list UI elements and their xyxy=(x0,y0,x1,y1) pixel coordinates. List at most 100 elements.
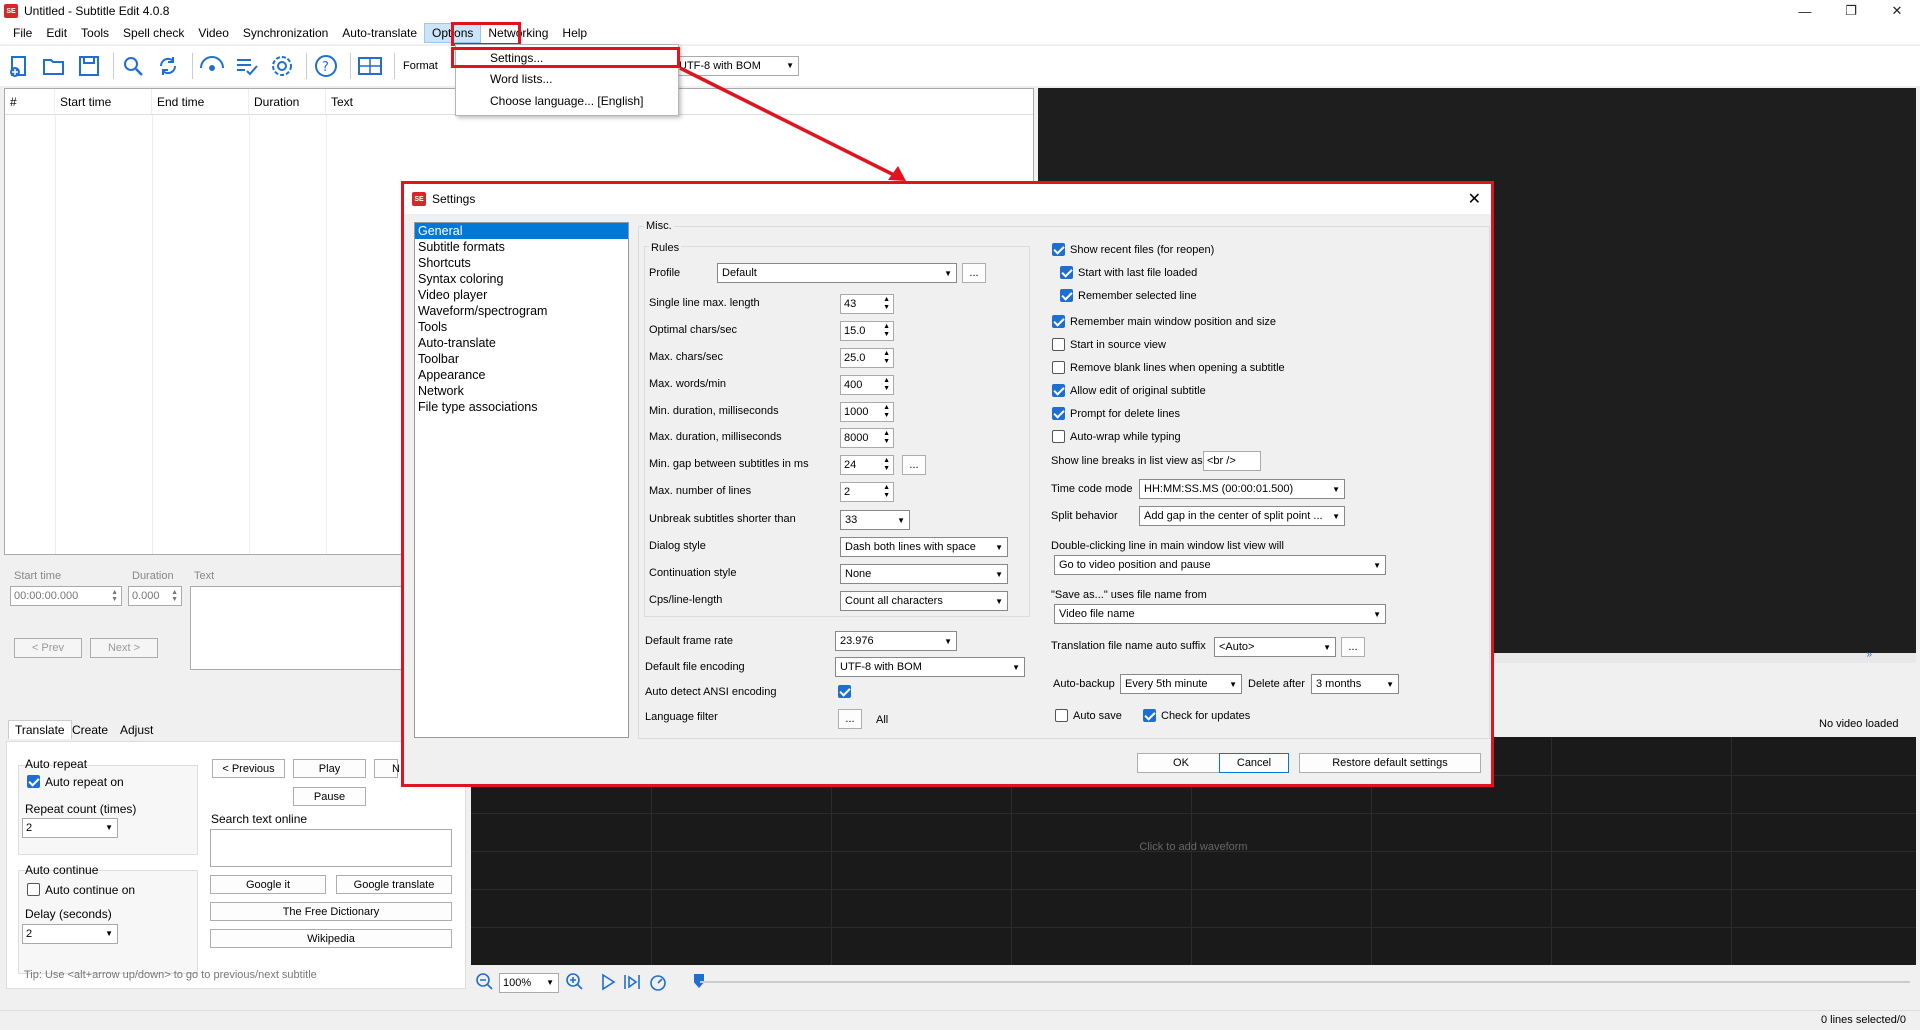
tab-adjust[interactable]: Adjust xyxy=(114,721,159,739)
show-recent-files-checkbox[interactable] xyxy=(1052,243,1065,256)
play-selection-icon[interactable] xyxy=(622,972,642,992)
auto-continue-checkbox[interactable] xyxy=(27,883,40,896)
position-slider-track[interactable] xyxy=(700,981,1910,983)
continuation-style-select[interactable]: None ▼ xyxy=(840,564,1008,584)
ansi-detect-checkbox[interactable] xyxy=(838,685,851,698)
replace-icon[interactable] xyxy=(153,51,183,81)
line-breaks-input[interactable]: <br /> xyxy=(1203,451,1261,471)
unbreak-select[interactable]: 33 ▼ xyxy=(840,510,910,530)
pause-button[interactable]: Pause xyxy=(293,787,366,806)
nav-file-type-associations[interactable]: File type associations xyxy=(415,399,628,415)
col-start-time[interactable]: Start time xyxy=(55,89,152,114)
save-as-select[interactable]: Video file name ▼ xyxy=(1054,604,1386,624)
menu-edit[interactable]: Edit xyxy=(39,22,74,44)
delete-after-select[interactable]: 3 months ▼ xyxy=(1311,674,1399,694)
nav-tools[interactable]: Tools xyxy=(415,319,628,335)
default-encoding-select[interactable]: UTF-8 with BOM ▼ xyxy=(835,657,1025,677)
google-translate-button[interactable]: Google translate xyxy=(336,875,452,894)
playback-speed-icon[interactable] xyxy=(648,972,668,992)
text-editor[interactable] xyxy=(190,586,405,670)
next-button-truncated[interactable]: N xyxy=(374,759,400,778)
check-updates-checkbox[interactable] xyxy=(1143,709,1156,722)
nav-shortcuts[interactable]: Shortcuts xyxy=(415,255,628,271)
menu-synchronization[interactable]: Synchronization xyxy=(236,22,335,44)
previous-button[interactable]: < Previous xyxy=(212,759,285,778)
nav-general[interactable]: General xyxy=(415,223,628,239)
time-code-mode-select[interactable]: HH:MM:SS.MS (00:00:01.500) ▼ xyxy=(1139,479,1345,499)
new-file-icon[interactable] xyxy=(4,51,34,81)
save-icon[interactable] xyxy=(74,51,104,81)
zoom-out-icon[interactable] xyxy=(475,972,497,992)
col-end-time[interactable]: End time xyxy=(152,89,249,114)
nav-appearance[interactable]: Appearance xyxy=(415,367,628,383)
profile-select[interactable]: Default ▼ xyxy=(717,263,957,283)
nav-waveform[interactable]: Waveform/spectrogram xyxy=(415,303,628,319)
nav-video-player[interactable]: Video player xyxy=(415,287,628,303)
min-gap-more-button[interactable]: ... xyxy=(902,455,926,475)
close-button[interactable]: ✕ xyxy=(1874,0,1920,22)
settings-gear-icon[interactable] xyxy=(267,51,297,81)
restore-defaults-button[interactable]: Restore default settings xyxy=(1299,753,1481,773)
search-online-input[interactable] xyxy=(210,829,452,867)
remove-blank-lines-checkbox[interactable] xyxy=(1052,361,1065,374)
visual-sync-icon[interactable] xyxy=(197,51,227,81)
auto-save-checkbox[interactable] xyxy=(1055,709,1068,722)
help-icon[interactable]: ? xyxy=(311,51,341,81)
menu-spell-check[interactable]: Spell check xyxy=(116,22,191,44)
google-it-button[interactable]: Google it xyxy=(210,875,326,894)
start-time-input[interactable]: 00:00:00.000 ▲ ▼ xyxy=(10,586,122,606)
chevrons-icon[interactable]: » xyxy=(1866,649,1872,660)
max-words-spinner[interactable]: 400 ▲ ▼ xyxy=(840,375,894,395)
wikipedia-button[interactable]: Wikipedia xyxy=(210,929,452,948)
allow-edit-original-checkbox[interactable] xyxy=(1052,384,1065,397)
menu-auto-translate[interactable]: Auto-translate xyxy=(335,22,424,44)
min-gap-spinner[interactable]: 24 ▲ ▼ xyxy=(840,455,894,475)
single-line-max-spinner[interactable]: 43 ▲ ▼ xyxy=(840,294,894,314)
dialog-style-select[interactable]: Dash both lines with space ▼ xyxy=(840,537,1008,557)
nav-syntax-coloring[interactable]: Syntax coloring xyxy=(415,271,628,287)
translation-suffix-select[interactable]: <Auto> ▼ xyxy=(1214,637,1336,657)
spell-check-icon[interactable] xyxy=(232,51,262,81)
cps-line-length-select[interactable]: Count all characters ▼ xyxy=(840,591,1008,611)
play-button[interactable]: Play xyxy=(293,759,366,778)
auto-backup-select[interactable]: Every 5th minute ▼ xyxy=(1120,674,1242,694)
prompt-delete-checkbox[interactable] xyxy=(1052,407,1065,420)
auto-wrap-checkbox[interactable] xyxy=(1052,430,1065,443)
double-click-select[interactable]: Go to video position and pause ▼ xyxy=(1054,555,1386,575)
translation-suffix-more-button[interactable]: ... xyxy=(1341,637,1365,657)
minimize-button[interactable]: — xyxy=(1782,0,1828,22)
open-folder-icon[interactable] xyxy=(39,51,69,81)
play-icon[interactable] xyxy=(598,972,618,992)
menu-file[interactable]: File xyxy=(6,22,39,44)
ok-button[interactable]: OK xyxy=(1137,753,1225,773)
tab-create[interactable]: Create xyxy=(66,721,114,739)
maximize-button[interactable]: ❐ xyxy=(1828,0,1874,22)
menu-video[interactable]: Video xyxy=(191,22,235,44)
nav-network[interactable]: Network xyxy=(415,383,628,399)
start-source-view-checkbox[interactable] xyxy=(1052,338,1065,351)
optimal-cps-spinner[interactable]: 15.0 ▲ ▼ xyxy=(840,321,894,341)
language-filter-button[interactable]: ... xyxy=(838,709,862,729)
max-duration-spinner[interactable]: 8000 ▲ ▼ xyxy=(840,428,894,448)
menu-item-word-lists[interactable]: Word lists... xyxy=(490,72,552,86)
max-lines-spinner[interactable]: 2 ▲ ▼ xyxy=(840,482,894,502)
repeat-count-select[interactable]: 2 ▼ xyxy=(22,818,118,838)
cancel-button[interactable]: Cancel xyxy=(1219,753,1289,773)
start-last-file-checkbox[interactable] xyxy=(1060,266,1073,279)
free-dictionary-button[interactable]: The Free Dictionary xyxy=(210,902,452,921)
duration-input[interactable]: 0.000 ▲ ▼ xyxy=(128,586,182,606)
settings-nav[interactable]: General Subtitle formats Shortcuts Synta… xyxy=(414,222,629,738)
layout-icon[interactable] xyxy=(355,51,385,81)
menu-help[interactable]: Help xyxy=(555,22,594,44)
prev-button[interactable]: < Prev xyxy=(14,638,82,658)
split-behavior-select[interactable]: Add gap in the center of split point ...… xyxy=(1139,506,1345,526)
frame-rate-select[interactable]: 23.976 ▼ xyxy=(835,631,957,651)
nav-auto-translate[interactable]: Auto-translate xyxy=(415,335,628,351)
search-icon[interactable] xyxy=(118,51,148,81)
profile-more-button[interactable]: ... xyxy=(962,263,986,283)
nav-subtitle-formats[interactable]: Subtitle formats xyxy=(415,239,628,255)
menu-tools[interactable]: Tools xyxy=(74,22,116,44)
col-number[interactable]: # xyxy=(5,89,55,114)
col-duration[interactable]: Duration xyxy=(249,89,326,114)
zoom-in-icon[interactable] xyxy=(565,972,587,992)
